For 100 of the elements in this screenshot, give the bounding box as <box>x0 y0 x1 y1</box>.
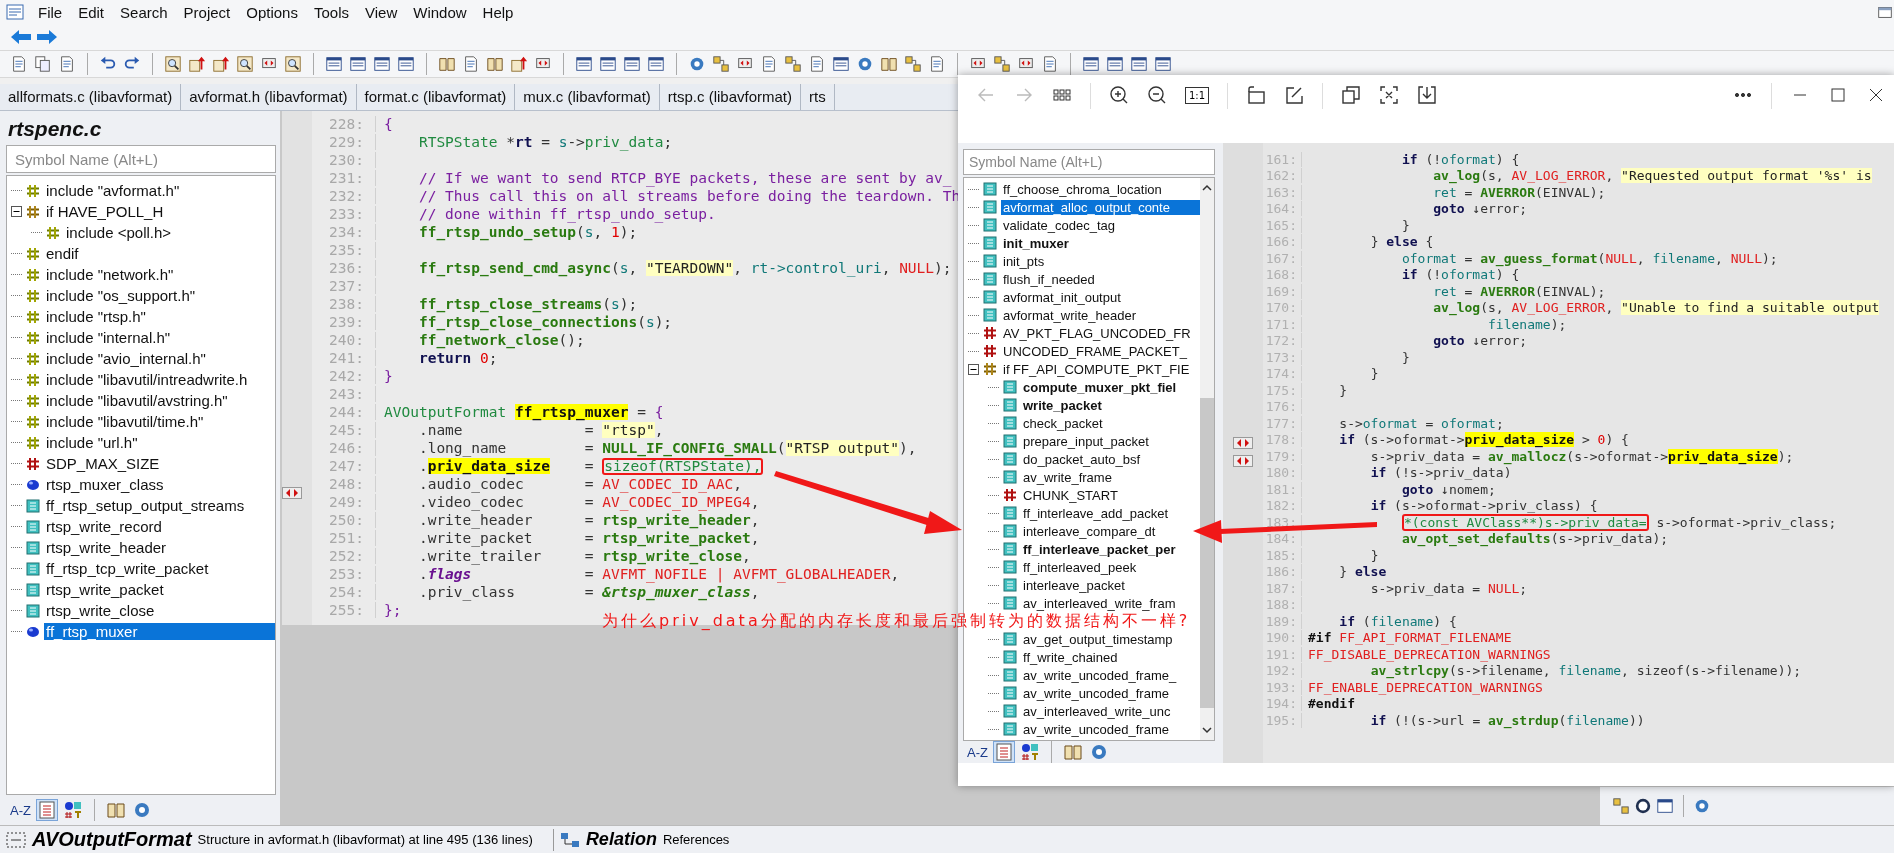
window-icon[interactable] <box>1106 55 1124 73</box>
tree-item[interactable]: ff_interleave_packet_per <box>1021 541 1178 557</box>
sort-button[interactable]: A-Z <box>967 744 988 760</box>
link-arrows-icon[interactable] <box>1233 455 1253 467</box>
tree-item[interactable]: rtsp_muxer_class <box>44 476 166 493</box>
window-icon[interactable] <box>832 55 850 73</box>
collapse-icon[interactable] <box>11 206 22 217</box>
zoom-out-icon[interactable] <box>1147 85 1167 105</box>
window-icon[interactable] <box>1130 55 1148 73</box>
tree-item[interactable]: include <poll.h> <box>64 224 174 241</box>
symbols-icon[interactable] <box>62 800 83 820</box>
window-icon[interactable] <box>599 55 617 73</box>
search-field[interactable]: Symbol Name (Alt+L) <box>963 149 1215 175</box>
maximize-icon[interactable] <box>1828 85 1848 105</box>
tree-item[interactable]: AV_PKT_FLAG_UNCODED_FR <box>1001 325 1193 341</box>
actual-size-button[interactable]: 1:1 <box>1185 87 1210 104</box>
tree-item[interactable]: CHUNK_START <box>1021 487 1120 503</box>
menu-item[interactable]: Edit <box>70 3 113 21</box>
file-tab[interactable]: avformat.h (libavformat) <box>181 84 357 110</box>
tree-item[interactable]: interleave_compare_dt <box>1021 523 1158 539</box>
tree-item[interactable]: ff_interleave_add_packet <box>1021 505 1171 521</box>
arrow-up-icon[interactable] <box>510 55 528 73</box>
menu-item[interactable]: Project <box>175 3 239 21</box>
window-icon[interactable] <box>623 55 641 73</box>
window-icon[interactable] <box>325 55 343 73</box>
document-icon[interactable] <box>808 55 826 73</box>
file-tab[interactable]: mux.c (libavformat) <box>515 84 660 110</box>
book-icon[interactable] <box>1062 742 1083 762</box>
zoom-in-icon[interactable] <box>1109 85 1129 105</box>
file-tab[interactable]: format.c (libavformat) <box>356 84 516 110</box>
tree-item[interactable]: include "network.h" <box>44 266 176 283</box>
window-icon[interactable] <box>575 55 593 73</box>
tree-item[interactable]: rtsp_write_header <box>44 539 169 556</box>
chevron-up-icon[interactable] <box>1202 184 1212 192</box>
list-icon[interactable] <box>36 800 57 820</box>
document-icon[interactable] <box>1041 55 1059 73</box>
back-arrow-icon[interactable] <box>10 29 32 45</box>
symbols-icon[interactable] <box>1019 742 1040 762</box>
download-icon[interactable] <box>1417 85 1438 105</box>
tree-item[interactable]: av_interleaved_write_fram <box>1021 595 1178 611</box>
tree-item[interactable]: compute_muxer_pkt_fiel <box>1021 379 1179 395</box>
document-icon[interactable] <box>58 55 76 73</box>
tree-item[interactable]: include "os_support.h" <box>44 287 198 304</box>
arrow-up-icon[interactable] <box>212 55 230 73</box>
sort-button[interactable]: A-Z <box>10 802 31 818</box>
tree-item[interactable]: av_write_uncoded_frame <box>1021 685 1171 701</box>
tree-item[interactable]: interleave_packet <box>1021 577 1127 593</box>
search-icon[interactable] <box>164 55 182 73</box>
tree-item[interactable]: include "url.h" <box>44 434 140 451</box>
book-icon[interactable] <box>486 55 504 73</box>
tree-item[interactable]: UNCODED_FRAME_PACKET_ <box>1001 343 1189 359</box>
search-icon[interactable] <box>284 55 302 73</box>
tree-item[interactable]: validate_codec_tag <box>1001 217 1118 233</box>
list-icon[interactable] <box>993 742 1014 762</box>
tree-item[interactable]: avformat_write_header <box>1001 307 1138 323</box>
rotate-icon[interactable] <box>1246 85 1267 105</box>
menu-item[interactable]: Search <box>112 3 176 21</box>
document-icon[interactable] <box>928 55 946 73</box>
panel-tab[interactable]: References <box>662 832 730 847</box>
tree-item[interactable]: init_pts <box>1001 253 1047 269</box>
tree-item[interactable]: ff_choose_chroma_location <box>1001 181 1164 197</box>
tree-item[interactable]: rtsp_write_close <box>44 602 157 619</box>
tree-item[interactable]: rtsp_write_record <box>44 518 164 535</box>
document-icon[interactable] <box>10 55 28 73</box>
window-icon[interactable] <box>373 55 391 73</box>
menu-item[interactable]: File <box>30 3 71 21</box>
tree-item[interactable]: av_write_uncoded_frame_ <box>1021 667 1179 683</box>
tree-item[interactable]: avformat_init_output <box>1001 289 1123 305</box>
tree-item[interactable]: ff_rtsp_tcp_write_packet <box>44 560 211 577</box>
tree-item[interactable]: include "libavutil/time.h" <box>44 413 206 430</box>
menu-item[interactable]: View <box>357 3 406 21</box>
tree-item[interactable]: av_write_uncoded_frame <box>1021 721 1171 737</box>
tree-item[interactable]: av_get_output_timestamp <box>1021 631 1175 647</box>
tree-item[interactable]: include "rtsp.h" <box>44 308 148 325</box>
edit-icon[interactable] <box>1284 85 1305 105</box>
search-icon[interactable] <box>236 55 254 73</box>
tree-item[interactable]: include "libavutil/intreadwrite.h <box>44 371 250 388</box>
file-tab[interactable]: allformats.c (libavformat) <box>0 84 182 110</box>
tree-item[interactable]: ff_rtsp_setup_output_streams <box>44 497 247 514</box>
scrollbar[interactable] <box>1200 178 1214 740</box>
search-field[interactable]: Symbol Name (Alt+L) <box>6 145 276 173</box>
menu-item[interactable]: Options <box>238 3 306 21</box>
window-icon[interactable] <box>647 55 665 73</box>
link-arrows-icon[interactable] <box>282 487 302 499</box>
tree-item[interactable]: rtsp_write_packet <box>44 581 166 598</box>
window-icon[interactable] <box>397 55 415 73</box>
document-icon[interactable] <box>760 55 778 73</box>
link-arrows-icon[interactable] <box>1233 437 1253 449</box>
tree-item[interactable]: write_packet <box>1021 397 1104 413</box>
book-icon[interactable] <box>105 800 126 820</box>
forward-arrow-icon[interactable] <box>36 29 58 45</box>
tree-item[interactable]: include "avio_internal.h" <box>44 350 208 367</box>
file-tab[interactable]: rts <box>801 84 835 110</box>
chevron-down-icon[interactable] <box>1202 726 1212 734</box>
tree-item[interactable]: ff_interleaved_peek <box>1021 559 1139 575</box>
scan-icon[interactable] <box>1379 85 1400 105</box>
tree-item[interactable]: do_packet_auto_bsf <box>1021 451 1143 467</box>
tree-item[interactable]: ff_write_chained <box>1021 649 1120 665</box>
arrow-up-icon[interactable] <box>188 55 206 73</box>
window-icon[interactable] <box>349 55 367 73</box>
